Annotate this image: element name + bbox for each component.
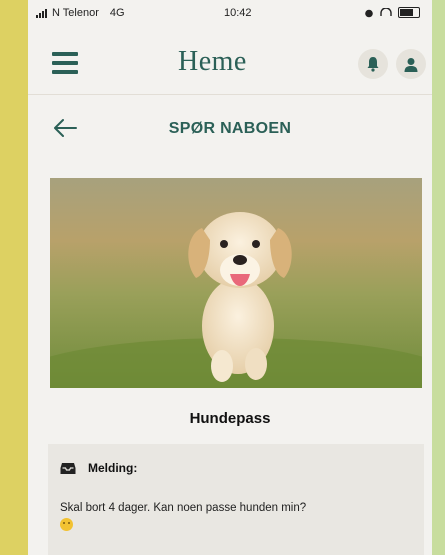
app-logo: Heme [178, 46, 247, 77]
alarm-icon [365, 9, 373, 17]
hamburger-menu-icon[interactable] [52, 52, 78, 74]
page-title: SPØR NABOEN [168, 120, 292, 137]
app-header: Heme [28, 32, 432, 94]
headphones-icon [380, 7, 392, 16]
background-strip [432, 0, 445, 555]
smiling-face-emoji [60, 518, 73, 531]
notifications-button[interactable] [358, 49, 388, 79]
profile-button[interactable] [396, 49, 426, 79]
header-divider [28, 94, 432, 95]
carrier-name: N Telenor [52, 7, 99, 19]
status-bar: N Telenor 4G 10:42 [28, 0, 432, 32]
message-text: Skal bort 4 dager. Kan noen passe hunden… [60, 502, 307, 514]
message-body: Skal bort 4 dager. Kan noen passe hunden… [60, 499, 412, 535]
battery-icon [398, 7, 420, 18]
message-header: Melding: [60, 461, 137, 475]
status-time: 10:42 [224, 7, 252, 19]
puppy-photo [50, 178, 422, 388]
post-caption: Hundepass [189, 410, 271, 427]
network-type: 4G [109, 7, 125, 19]
carrier-info: N Telenor 4G [36, 7, 125, 19]
message-label: Melding: [88, 461, 138, 475]
status-icons [364, 7, 420, 18]
user-icon [404, 57, 418, 72]
bell-icon [367, 57, 379, 72]
signal-icon [36, 8, 47, 18]
inbox-icon [60, 462, 76, 474]
phone-screen: N Telenor 4G 10:42 Heme SPØR NABOEN Hund… [28, 0, 432, 555]
message-card: Melding: Skal bort 4 dager. Kan noen pas… [48, 444, 424, 555]
